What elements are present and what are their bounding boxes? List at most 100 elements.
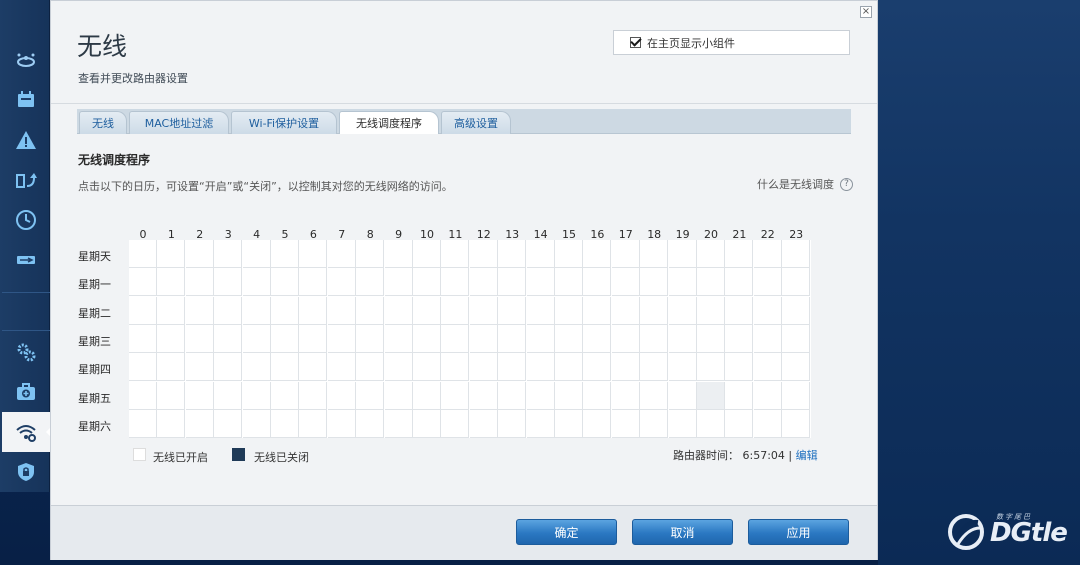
schedule-cell[interactable] <box>697 296 725 325</box>
schedule-cell[interactable] <box>242 409 271 438</box>
schedule-cell[interactable] <box>214 268 243 297</box>
schedule-cell[interactable] <box>271 353 299 382</box>
schedule-cell[interactable] <box>271 296 299 325</box>
schedule-cell[interactable] <box>469 409 498 438</box>
day-label[interactable]: 星期一 <box>78 276 128 292</box>
schedule-cell[interactable] <box>640 353 669 382</box>
schedule-cell[interactable] <box>611 296 640 325</box>
schedule-cell[interactable] <box>697 240 725 268</box>
schedule-cell[interactable] <box>583 296 612 325</box>
schedule-cell[interactable] <box>640 296 669 325</box>
schedule-cell[interactable] <box>271 381 299 410</box>
schedule-cell[interactable] <box>753 353 782 382</box>
schedule-cell[interactable] <box>697 324 725 353</box>
schedule-cell[interactable] <box>697 353 725 382</box>
schedule-cell[interactable] <box>356 268 385 297</box>
schedule-cell[interactable] <box>214 381 243 410</box>
schedule-cell[interactable] <box>413 409 441 438</box>
schedule-cell[interactable] <box>214 353 243 382</box>
schedule-cell[interactable] <box>441 324 470 353</box>
schedule-cell[interactable] <box>129 296 157 325</box>
schedule-cell[interactable] <box>583 240 612 268</box>
schedule-cell[interactable] <box>185 324 214 353</box>
schedule-cell[interactable] <box>242 353 271 382</box>
schedule-cell[interactable] <box>782 240 811 268</box>
schedule-cell[interactable] <box>753 240 782 268</box>
schedule-cell[interactable] <box>413 353 441 382</box>
schedule-cell[interactable] <box>725 268 754 297</box>
schedule-cell[interactable] <box>271 240 299 268</box>
schedule-cell[interactable] <box>469 268 498 297</box>
schedule-cell[interactable] <box>356 324 385 353</box>
schedule-cell[interactable] <box>725 409 754 438</box>
schedule-cell[interactable] <box>384 324 413 353</box>
schedule-cell[interactable] <box>725 296 754 325</box>
schedule-cell[interactable] <box>469 353 498 382</box>
schedule-cell[interactable] <box>441 353 470 382</box>
schedule-cell[interactable] <box>640 240 669 268</box>
tab-mac-filter[interactable]: MAC地址过滤 <box>129 111 229 134</box>
day-label[interactable]: 星期三 <box>78 333 128 349</box>
schedule-cell[interactable] <box>327 409 356 438</box>
schedule-cell[interactable] <box>725 240 754 268</box>
schedule-cell[interactable] <box>583 409 612 438</box>
schedule-cell[interactable] <box>611 353 640 382</box>
schedule-cell[interactable] <box>129 381 157 410</box>
schedule-cell[interactable] <box>640 268 669 297</box>
sidebar-item-usb[interactable] <box>2 240 50 280</box>
schedule-cell[interactable] <box>299 240 328 268</box>
schedule-cell[interactable] <box>242 268 271 297</box>
schedule-cell[interactable] <box>668 381 697 410</box>
schedule-cell[interactable] <box>753 324 782 353</box>
schedule-cell[interactable] <box>555 324 583 353</box>
schedule-cell[interactable] <box>384 296 413 325</box>
schedule-cell[interactable] <box>129 324 157 353</box>
schedule-cell[interactable] <box>185 240 214 268</box>
schedule-cell[interactable] <box>469 324 498 353</box>
schedule-cell[interactable] <box>214 409 243 438</box>
schedule-cell[interactable] <box>611 240 640 268</box>
schedule-cell[interactable] <box>327 268 356 297</box>
schedule-cell[interactable] <box>611 268 640 297</box>
schedule-cell[interactable] <box>668 240 697 268</box>
schedule-cell[interactable] <box>697 381 725 410</box>
schedule-cell[interactable] <box>697 409 725 438</box>
sidebar-item-speed[interactable] <box>2 200 50 240</box>
schedule-cell[interactable] <box>214 296 243 325</box>
day-label[interactable]: 星期天 <box>78 248 128 264</box>
schedule-cell[interactable] <box>498 409 527 438</box>
schedule-cell[interactable] <box>782 296 811 325</box>
schedule-cell[interactable] <box>441 268 470 297</box>
schedule-cell[interactable] <box>753 268 782 297</box>
schedule-cell[interactable] <box>185 353 214 382</box>
help-link[interactable]: 什么是无线调度 ? <box>757 176 853 192</box>
schedule-cell[interactable] <box>526 268 555 297</box>
schedule-cell[interactable] <box>157 240 186 268</box>
schedule-cell[interactable] <box>299 296 328 325</box>
apply-button[interactable]: 应用 <box>748 519 849 545</box>
schedule-cell[interactable] <box>413 324 441 353</box>
schedule-cell[interactable] <box>384 240 413 268</box>
schedule-cell[interactable] <box>185 268 214 297</box>
schedule-cell[interactable] <box>469 240 498 268</box>
schedule-cell[interactable] <box>413 381 441 410</box>
schedule-cell[interactable] <box>526 381 555 410</box>
schedule-cell[interactable] <box>327 381 356 410</box>
schedule-cell[interactable] <box>725 324 754 353</box>
schedule-cell[interactable] <box>327 353 356 382</box>
schedule-cell[interactable] <box>725 353 754 382</box>
schedule-cell[interactable] <box>753 381 782 410</box>
schedule-cell[interactable] <box>356 409 385 438</box>
schedule-cell[interactable] <box>555 296 583 325</box>
schedule-cell[interactable] <box>498 324 527 353</box>
schedule-cell[interactable] <box>697 268 725 297</box>
schedule-cell[interactable] <box>185 381 214 410</box>
schedule-cell[interactable] <box>469 381 498 410</box>
schedule-cell[interactable] <box>157 353 186 382</box>
schedule-cell[interactable] <box>469 296 498 325</box>
schedule-cell[interactable] <box>271 324 299 353</box>
schedule-cell[interactable] <box>782 324 811 353</box>
tab-wireless[interactable]: 无线 <box>79 111 127 134</box>
sidebar-item-security[interactable] <box>2 452 50 492</box>
schedule-cell[interactable] <box>356 296 385 325</box>
